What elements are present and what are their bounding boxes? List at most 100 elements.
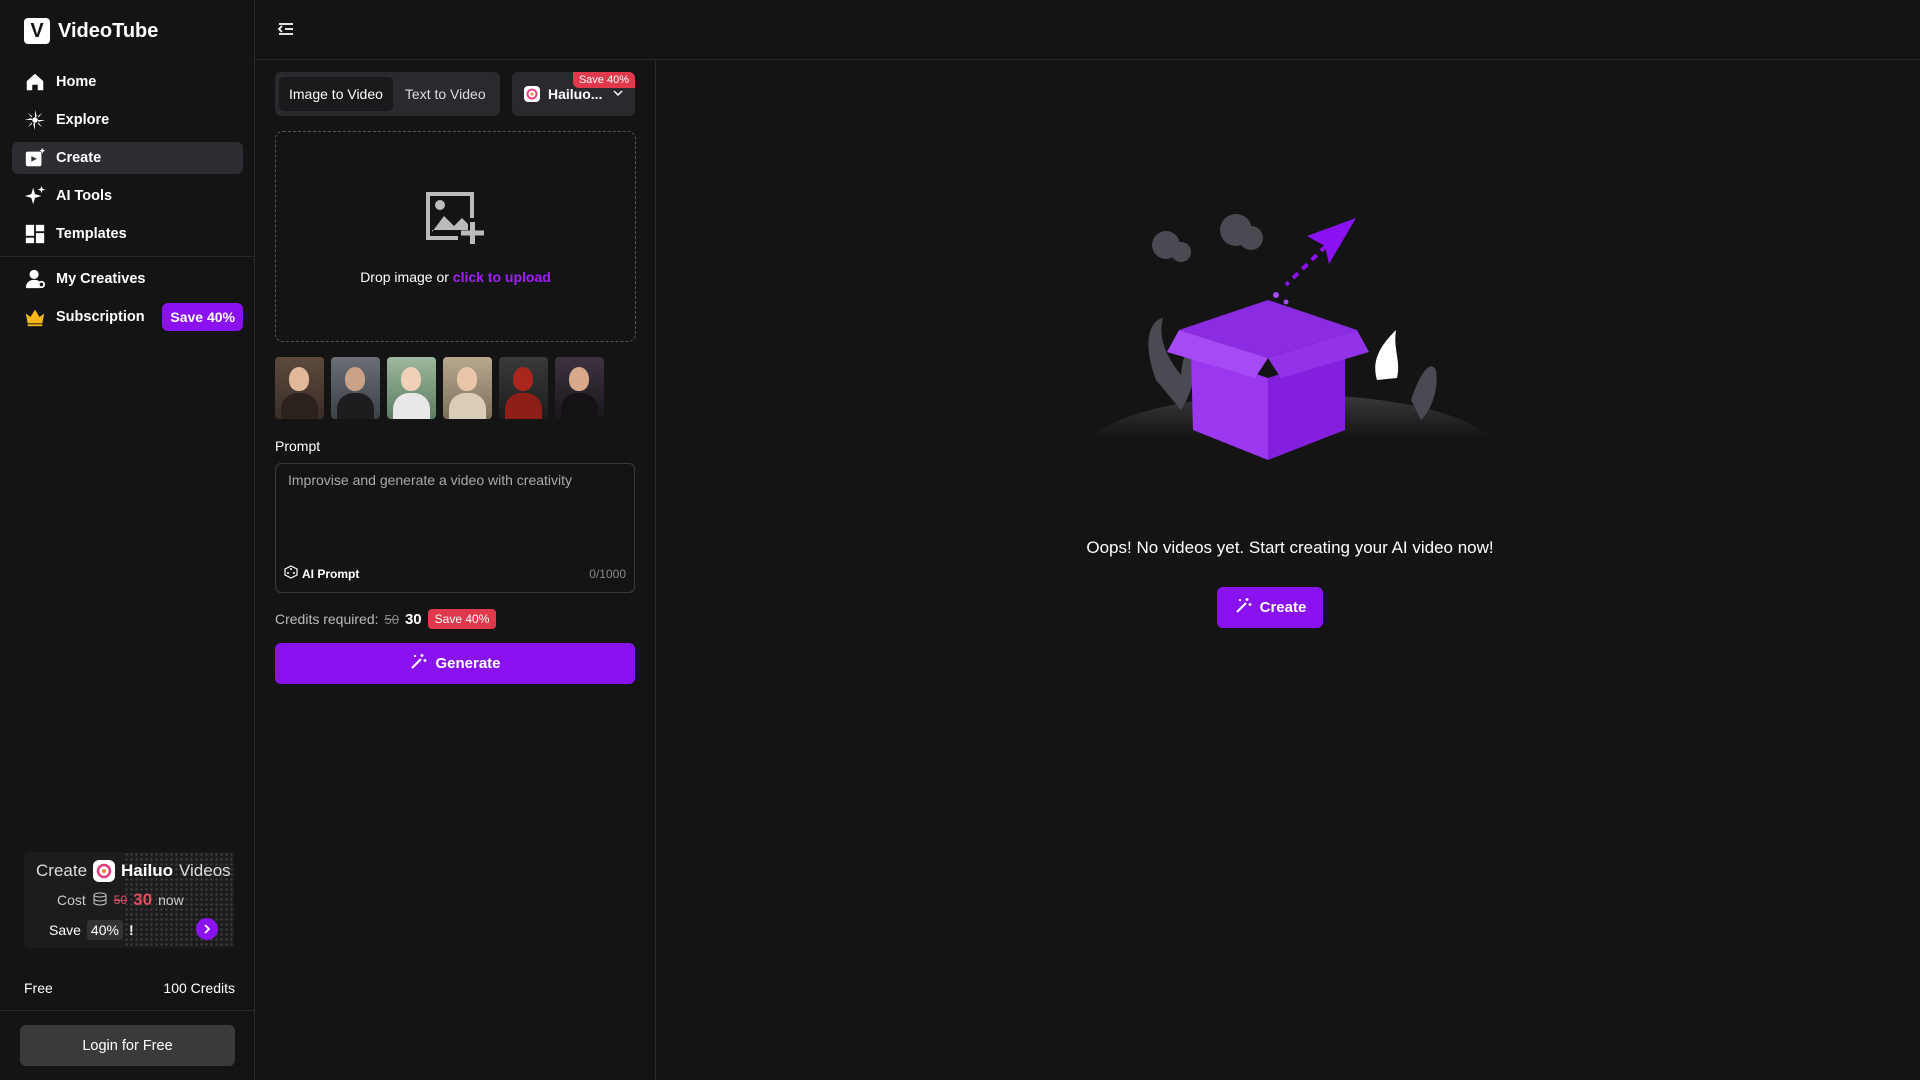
prompt-label: Prompt <box>275 438 321 454</box>
nav-item-create[interactable]: Create <box>12 142 243 174</box>
generate-label: Generate <box>435 655 501 672</box>
promo-headline: Create Hailuo Videos <box>36 860 231 882</box>
model-select[interactable]: Hailuo... Save 40% <box>512 72 635 116</box>
empty-box-illustration <box>1091 214 1491 460</box>
promo-save-label: Save <box>49 922 81 938</box>
image-dropzone[interactable]: Drop image or click to upload <box>275 131 636 342</box>
sample-face <box>401 367 421 391</box>
sample-face <box>513 367 533 391</box>
crown-icon <box>24 306 46 328</box>
promo-percent: 40% <box>86 920 123 940</box>
nav-label: AI Tools <box>56 188 113 204</box>
create-icon <box>24 147 46 169</box>
coins-icon <box>92 892 108 909</box>
nav-label: Templates <box>56 226 127 242</box>
sample-body <box>393 393 430 419</box>
plan-credits: 100 Credits <box>163 980 235 996</box>
promo-old-cost: 50 <box>113 893 128 907</box>
chevron-down-icon <box>612 86 624 102</box>
nav-item-explore[interactable]: Explore <box>12 104 243 136</box>
generate-button[interactable]: Generate <box>275 643 635 684</box>
chevron-right-icon[interactable] <box>196 918 218 940</box>
create-label: Create <box>1259 599 1307 616</box>
promo-new-cost: 30 <box>133 890 153 909</box>
sample-image[interactable] <box>331 357 380 419</box>
collapse-sidebar-icon[interactable] <box>277 20 297 40</box>
user-icon <box>24 268 46 290</box>
login-button[interactable]: Login for Free <box>20 1025 235 1066</box>
home-icon <box>24 71 46 93</box>
sample-images <box>275 357 604 419</box>
nav-label: Explore <box>56 112 110 128</box>
sample-image[interactable] <box>555 357 604 419</box>
promo-create: Create <box>36 861 88 880</box>
sample-body <box>505 393 542 419</box>
creation-panel: Image to Video Text to Video Hailuo... S… <box>255 60 656 1080</box>
promo-banner[interactable]: Create Hailuo Videos Cost 50 30 now Save… <box>24 852 234 948</box>
sample-image[interactable] <box>387 357 436 419</box>
plan-name: Free <box>24 980 53 996</box>
sample-face <box>457 367 477 391</box>
prompt-box: AI Prompt 0/1000 <box>275 463 635 593</box>
plan-divider <box>0 1010 255 1011</box>
mode-tabs: Image to Video Text to Video <box>275 72 500 116</box>
ai-prompt-button[interactable]: AI Prompt <box>284 565 359 582</box>
upload-link[interactable]: click to upload <box>453 269 551 285</box>
main-nav: Home Explore Create AI Tools Templates <box>12 66 243 256</box>
nav-label: My Creatives <box>56 271 146 287</box>
char-count: 0/1000 <box>589 567 626 581</box>
sample-body <box>281 393 318 419</box>
sample-body <box>337 393 374 419</box>
nav-divider <box>0 256 255 257</box>
hailuo-logo-icon <box>93 860 116 882</box>
tab-text-to-video[interactable]: Text to Video <box>395 77 496 111</box>
main-area: Oops! No videos yet. Start creating your… <box>656 60 1920 1080</box>
credits-required: Credits required: 50 30 Save 40% <box>275 609 497 629</box>
promo-videos: Videos <box>178 861 231 880</box>
sample-face <box>569 367 589 391</box>
credits-new: 30 <box>404 610 422 628</box>
credits-old: 50 <box>384 611 399 627</box>
nav-label: Home <box>56 74 97 90</box>
brand-logo: V <box>24 18 50 44</box>
sample-image[interactable] <box>499 357 548 419</box>
plan-info: Free 100 Credits <box>24 980 235 996</box>
promo-now: now <box>158 892 184 908</box>
templates-icon <box>24 223 46 245</box>
empty-state-message: Oops! No videos yet. Start creating your… <box>1086 538 1494 557</box>
dropzone-label: Drop image or <box>360 269 453 285</box>
promo-cost: Cost 50 30 now <box>57 890 184 910</box>
sample-image[interactable] <box>275 357 324 419</box>
nav-item-home[interactable]: Home <box>12 66 243 98</box>
tab-image-to-video[interactable]: Image to Video <box>279 77 393 111</box>
nav-item-my-creatives[interactable]: My Creatives <box>12 263 243 295</box>
promo-save: Save 40% ! <box>49 920 134 940</box>
model-label: Hailuo... <box>548 86 603 102</box>
nav-label: Subscription <box>56 309 145 325</box>
sample-face <box>345 367 365 391</box>
add-image-icon <box>424 190 488 251</box>
credits-save-badge: Save 40% <box>427 609 497 629</box>
save-badge[interactable]: Save 40% <box>162 303 243 331</box>
secondary-nav: My Creatives Subscription Save 40% <box>12 263 243 339</box>
create-video-button[interactable]: Create <box>1217 587 1323 628</box>
brand[interactable]: V VideoTube <box>24 18 158 44</box>
dice-icon <box>284 565 298 582</box>
nav-item-ai-tools[interactable]: AI Tools <box>12 180 243 212</box>
brand-name: VideoTube <box>58 19 159 42</box>
prompt-input[interactable] <box>288 472 618 542</box>
topbar <box>255 0 1920 60</box>
sample-body <box>561 393 598 419</box>
nav-item-templates[interactable]: Templates <box>12 218 243 250</box>
explore-icon <box>24 109 46 131</box>
credits-label: Credits required: <box>275 611 379 627</box>
magic-wand-icon <box>409 653 427 675</box>
hailuo-logo-icon <box>524 86 540 102</box>
nav-item-subscription[interactable]: Subscription Save 40% <box>12 301 243 333</box>
promo-exclaim: ! <box>128 922 134 938</box>
sample-body <box>449 393 486 419</box>
promo-cost-label: Cost <box>57 892 86 908</box>
nav-label: Create <box>56 150 102 166</box>
model-save-badge: Save 40% <box>572 72 635 88</box>
sample-image[interactable] <box>443 357 492 419</box>
